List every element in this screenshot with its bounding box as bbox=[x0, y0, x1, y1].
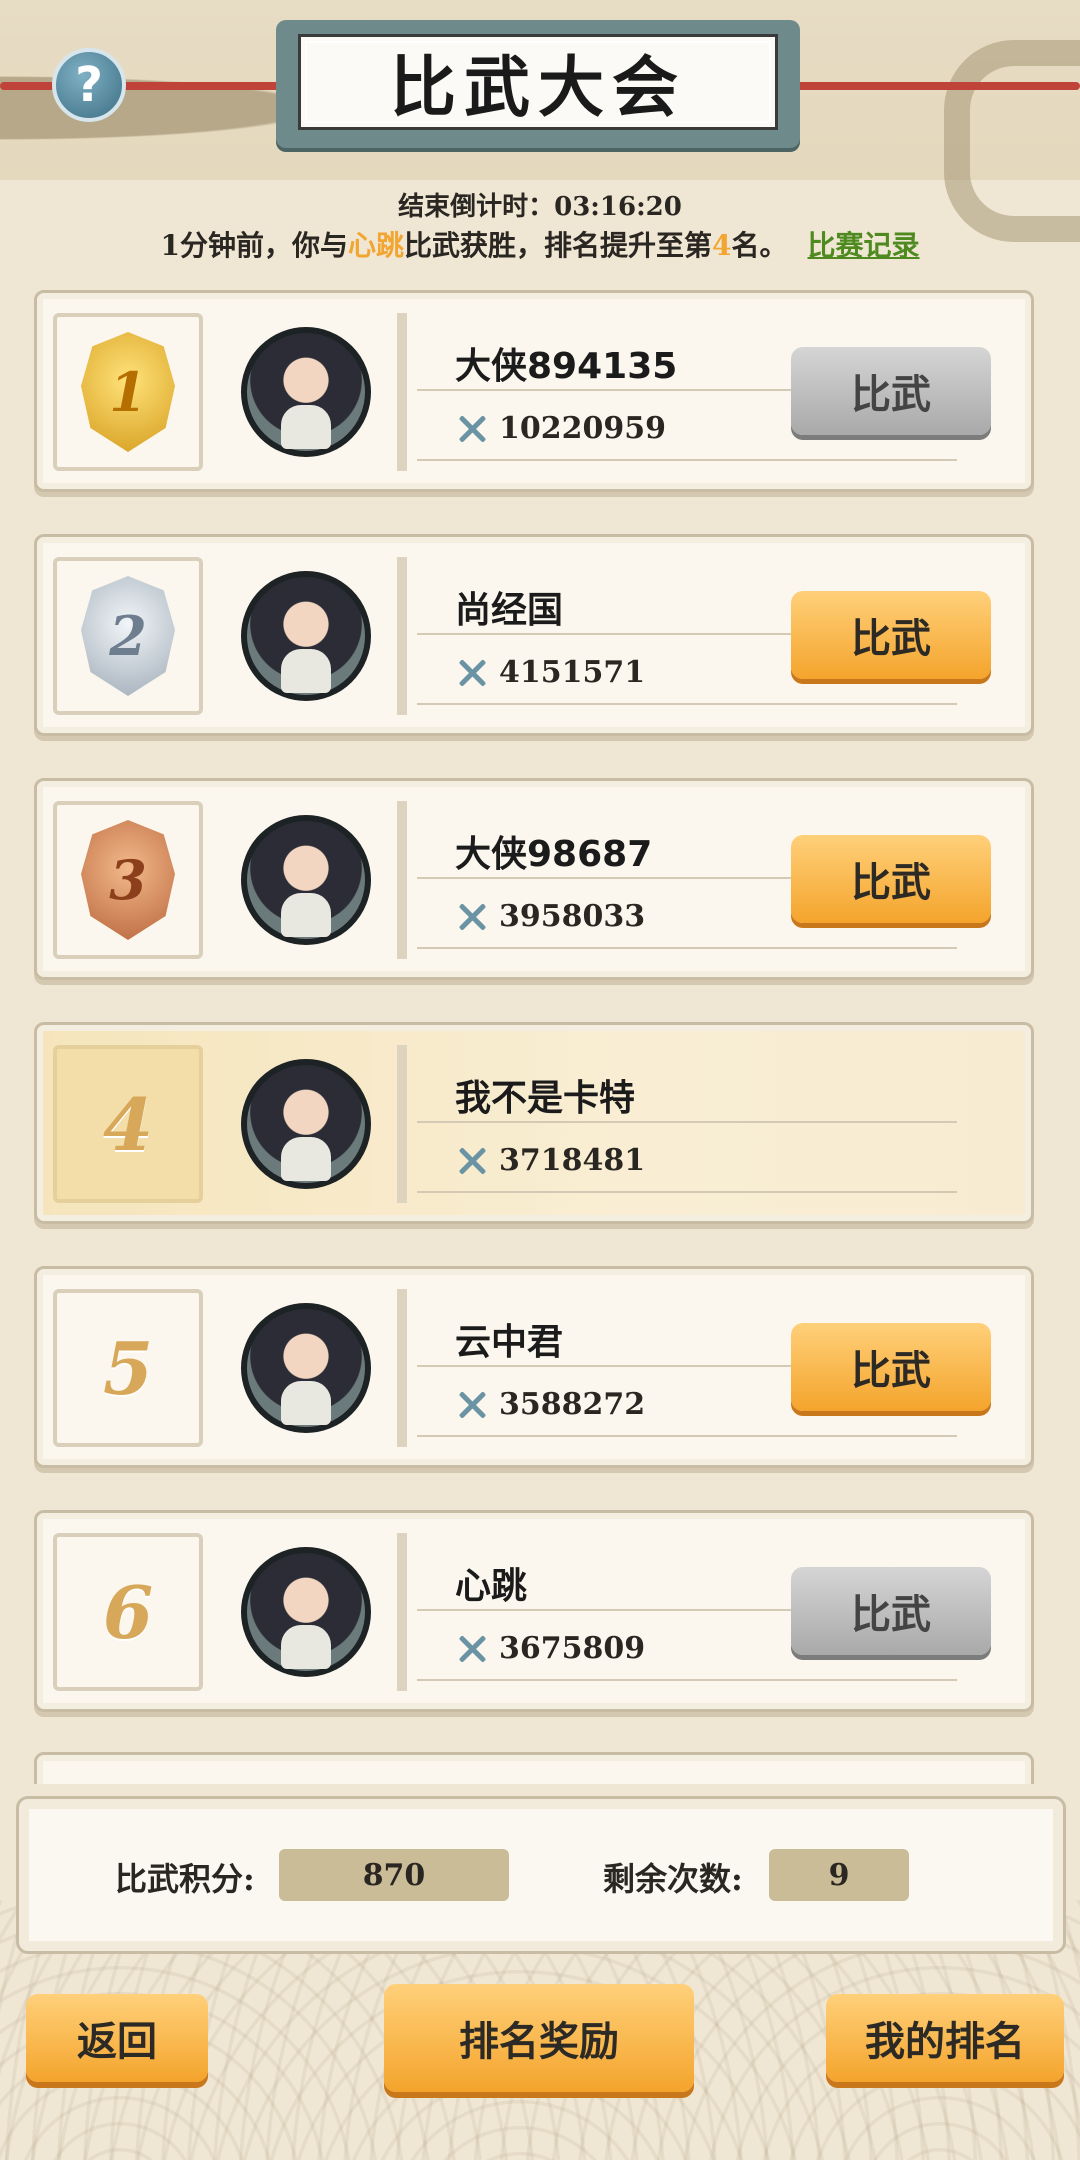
crossed-swords-icon bbox=[455, 900, 489, 934]
ranking-row: 3 大侠98687 3958033 比武 bbox=[34, 778, 1034, 980]
power-value: 3675809 bbox=[499, 1631, 646, 1666]
avatar[interactable] bbox=[241, 1059, 371, 1189]
red-rope-right bbox=[780, 82, 1080, 90]
player-name: 我不是卡特 bbox=[455, 1078, 636, 1119]
question-icon: ? bbox=[75, 57, 103, 113]
rank-cell: 2 bbox=[53, 557, 203, 715]
power-row: 10220959 bbox=[455, 411, 666, 446]
player-name: 大侠98687 bbox=[455, 834, 653, 875]
power-row: 3675809 bbox=[455, 1631, 645, 1666]
rank-number: 6 bbox=[102, 1569, 154, 1655]
rank-number: 5 bbox=[102, 1325, 154, 1411]
gold-medal-icon: 1 bbox=[81, 332, 175, 452]
power-row: 4151571 bbox=[455, 655, 645, 690]
score-label: 比武积分: bbox=[115, 1860, 255, 1898]
crossed-swords-icon bbox=[455, 656, 489, 690]
rank-cell: 5 bbox=[53, 1289, 203, 1447]
rank-number: 4 bbox=[102, 1081, 154, 1167]
challenge-button[interactable]: 比武 bbox=[791, 347, 991, 435]
challenge-button[interactable]: 比武 bbox=[791, 1567, 991, 1655]
notice-prefix: 1分钟前，你与 bbox=[160, 229, 348, 262]
ranking-row: 6 心跳 3675809 比武 bbox=[34, 1510, 1034, 1712]
avatar[interactable] bbox=[241, 571, 371, 701]
page-title: 比武大会 bbox=[390, 49, 686, 126]
power-value: 3588272 bbox=[499, 1387, 646, 1422]
countdown-label: 结束倒计时： bbox=[398, 192, 555, 222]
ranking-row: 5 云中君 3588272 比武 bbox=[34, 1266, 1034, 1468]
back-button[interactable]: 返回 bbox=[26, 1994, 208, 2082]
avatar[interactable] bbox=[241, 1547, 371, 1677]
rank-rewards-button[interactable]: 排名奖励 bbox=[384, 1984, 694, 2092]
crossed-swords-icon bbox=[455, 412, 489, 446]
notice-suffix: 名。 bbox=[731, 229, 788, 262]
notice-opponent: 心跳 bbox=[347, 229, 404, 262]
match-record-link[interactable]: 比赛记录 bbox=[808, 229, 920, 262]
power-row: 3718481 bbox=[455, 1143, 645, 1178]
power-row: 3588272 bbox=[455, 1387, 645, 1422]
rank-cell: 4 bbox=[53, 1045, 203, 1203]
avatar[interactable] bbox=[241, 815, 371, 945]
help-button[interactable]: ? bbox=[52, 48, 126, 122]
countdown-timer: 结束倒计时：03:16:20 bbox=[0, 186, 1080, 223]
my-rank-button[interactable]: 我的排名 bbox=[826, 1994, 1064, 2082]
silver-medal-icon: 2 bbox=[81, 576, 175, 696]
power-row: 3958033 bbox=[455, 899, 645, 934]
avatar[interactable] bbox=[241, 327, 371, 457]
red-rope-left bbox=[0, 82, 300, 90]
remaining-value: 9 bbox=[769, 1849, 909, 1901]
notice-middle: 比武获胜，排名提升至第 bbox=[403, 229, 712, 262]
rank-cell: 1 bbox=[53, 313, 203, 471]
remaining-label: 剩余次数: bbox=[603, 1860, 743, 1898]
challenge-button[interactable]: 比武 bbox=[791, 591, 991, 679]
challenge-button[interactable]: 比武 bbox=[791, 1323, 991, 1411]
ranking-row: 1 大侠894135 10220959 比武 bbox=[34, 290, 1034, 492]
power-value: 4151571 bbox=[499, 655, 646, 690]
title-plaque: 比武大会 bbox=[276, 20, 800, 148]
ranking-row: 2 尚经国 4151571 比武 bbox=[34, 534, 1034, 736]
player-name: 云中君 bbox=[455, 1322, 564, 1363]
countdown-time: 03:16:20 bbox=[554, 192, 682, 222]
player-name: 心跳 bbox=[455, 1566, 528, 1607]
rank-cell: 3 bbox=[53, 801, 203, 959]
player-info: 我不是卡特 3718481 bbox=[397, 1045, 997, 1203]
player-name: 尚经国 bbox=[455, 590, 564, 631]
crossed-swords-icon bbox=[455, 1144, 489, 1178]
bronze-medal-icon: 3 bbox=[81, 820, 175, 940]
ranking-row-self: 4 我不是卡特 3718481 bbox=[34, 1022, 1034, 1224]
power-value: 10220959 bbox=[499, 411, 666, 446]
stats-panel: 比武积分: 870 剩余次数: 9 bbox=[16, 1796, 1066, 1954]
power-value: 3958033 bbox=[499, 899, 646, 934]
ranking-row-partial bbox=[34, 1752, 1034, 1784]
crossed-swords-icon bbox=[455, 1388, 489, 1422]
score-value: 870 bbox=[279, 1849, 509, 1901]
ranking-list[interactable]: 1 大侠894135 10220959 比武 2 尚经国 4151571 比武 … bbox=[34, 290, 1036, 1784]
power-value: 3718481 bbox=[499, 1143, 646, 1178]
challenge-button[interactable]: 比武 bbox=[791, 835, 991, 923]
notice-rank: 4 bbox=[712, 229, 732, 262]
crossed-swords-icon bbox=[455, 1632, 489, 1666]
battle-notice: 1分钟前，你与心跳比武获胜，排名提升至第4名。 比赛记录 bbox=[0, 224, 1080, 264]
player-name: 大侠894135 bbox=[455, 346, 678, 387]
rank-cell: 6 bbox=[53, 1533, 203, 1691]
avatar[interactable] bbox=[241, 1303, 371, 1433]
